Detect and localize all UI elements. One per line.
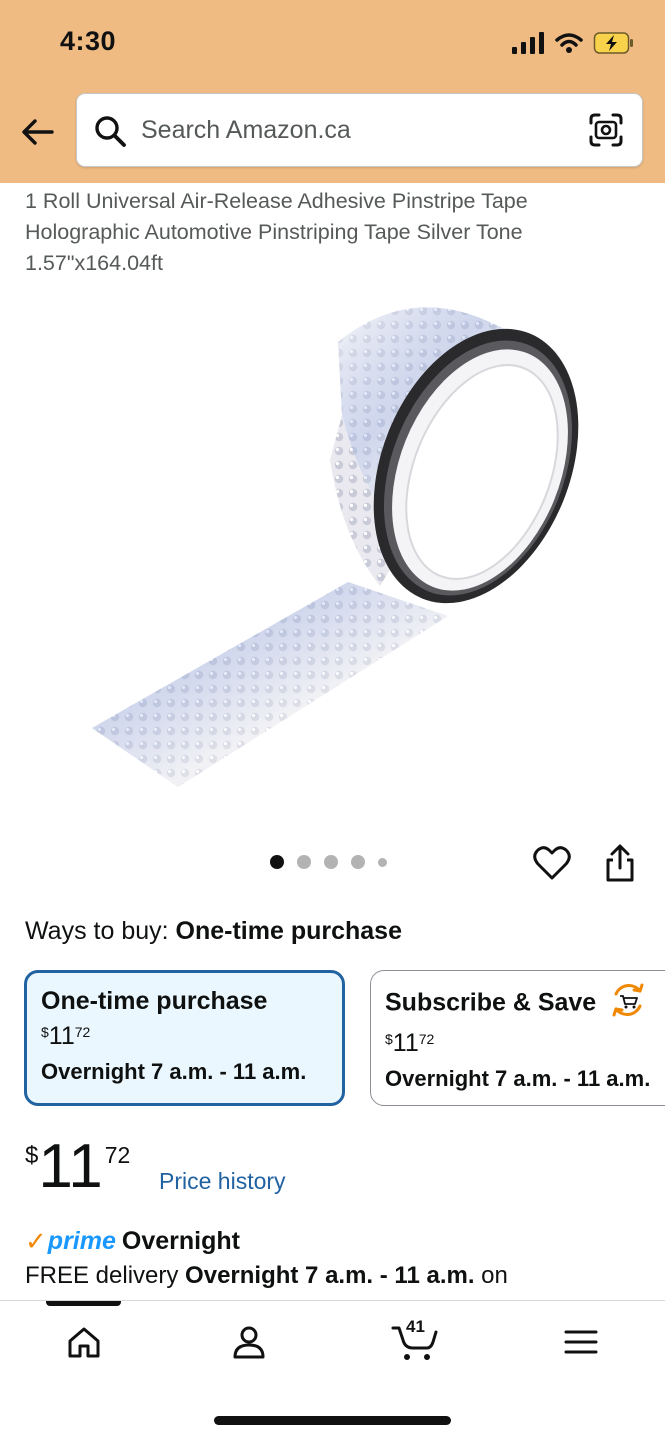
carousel-dot[interactable] bbox=[270, 855, 284, 869]
cellular-signal-icon bbox=[512, 32, 544, 54]
cart-count-badge: 41 bbox=[406, 1317, 425, 1336]
price-dollars: 11 bbox=[38, 1132, 103, 1201]
carousel-dot[interactable] bbox=[324, 855, 338, 869]
option-delivery: Overnight 7 a.m. - 11 a.m. bbox=[385, 1066, 651, 1091]
prime-speed: Overnight bbox=[121, 1227, 240, 1255]
price-currency: $ bbox=[25, 1142, 39, 1169]
price-dollars: 11 bbox=[48, 1022, 75, 1050]
product-image[interactable] bbox=[80, 290, 590, 800]
active-tab-indicator bbox=[46, 1301, 121, 1306]
option-title: Subscribe & Save bbox=[385, 988, 597, 1017]
price-currency: $ bbox=[41, 1024, 49, 1040]
carousel-dot[interactable] bbox=[378, 857, 387, 867]
camera-lens-icon[interactable] bbox=[588, 112, 624, 148]
option-price: $ 11 72 bbox=[41, 1022, 328, 1051]
price-cents: 72 bbox=[418, 1031, 435, 1047]
free-delivery-window: Overnight 7 a.m. - 11 a.m. bbox=[185, 1262, 475, 1289]
search-bar[interactable] bbox=[76, 93, 643, 167]
subscribe-and-save-option[interactable]: Subscribe & Save $ 11 72 Overnight 7 a.m… bbox=[370, 970, 665, 1106]
free-delivery-suffix: on bbox=[481, 1262, 508, 1289]
prime-check-icon: ✓ bbox=[25, 1226, 47, 1256]
menu-icon bbox=[564, 1330, 598, 1354]
one-time-purchase-option[interactable]: One-time purchase $ 11 72 Overnight 7 a.… bbox=[24, 970, 345, 1106]
status-icons bbox=[511, 30, 635, 56]
nav-home[interactable] bbox=[59, 1319, 109, 1365]
price-currency: $ bbox=[385, 1031, 393, 1047]
option-delivery: Overnight 7 a.m. - 11 a.m. bbox=[41, 1059, 307, 1084]
free-delivery-prefix: FREE delivery bbox=[25, 1262, 179, 1289]
product-title: 1 Roll Universal Air-Release Adhesive Pi… bbox=[25, 189, 528, 275]
option-price: $ 11 72 bbox=[385, 1029, 665, 1058]
nav-account[interactable] bbox=[224, 1319, 274, 1365]
ways-to-buy-label: Ways to buy: bbox=[25, 917, 169, 945]
price-history-link[interactable]: Price history bbox=[159, 1168, 286, 1195]
search-icon bbox=[95, 116, 126, 147]
home-indicator[interactable] bbox=[214, 1416, 451, 1425]
option-title: One-time purchase bbox=[41, 987, 268, 1015]
ways-to-buy-heading: Ways to buy: One-time purchase bbox=[25, 917, 402, 946]
prime-delivery-badge: ✓ prime Overnight bbox=[25, 1226, 240, 1257]
home-icon bbox=[68, 1327, 100, 1358]
app-header: 4:30 bbox=[0, 0, 665, 183]
image-carousel-indicator[interactable] bbox=[270, 855, 387, 869]
price-cents: 72 bbox=[74, 1024, 91, 1040]
prime-logo: prime bbox=[47, 1227, 116, 1255]
wifi-icon bbox=[555, 33, 583, 53]
ways-to-buy-selected: One-time purchase bbox=[175, 917, 402, 945]
battery-charging-icon bbox=[593, 32, 633, 54]
share-icon[interactable] bbox=[600, 843, 640, 883]
free-delivery-text: FREE delivery Overnight 7 a.m. - 11 a.m.… bbox=[25, 1262, 508, 1290]
back-arrow-icon[interactable] bbox=[18, 112, 58, 152]
price-cents: 72 bbox=[104, 1142, 131, 1168]
carousel-dot[interactable] bbox=[297, 855, 311, 869]
subscribe-save-cart-icon bbox=[612, 983, 644, 1017]
status-time: 4:30 bbox=[60, 26, 117, 56]
search-input[interactable] bbox=[141, 94, 571, 166]
nav-menu[interactable] bbox=[556, 1319, 606, 1365]
account-icon bbox=[233, 1326, 265, 1359]
heart-icon[interactable] bbox=[532, 843, 572, 883]
product-price: $ 11 72 bbox=[25, 1136, 130, 1198]
carousel-dot[interactable] bbox=[351, 855, 365, 869]
price-dollars: 11 bbox=[392, 1029, 419, 1057]
option-title-row: Subscribe & Save bbox=[385, 983, 665, 1023]
